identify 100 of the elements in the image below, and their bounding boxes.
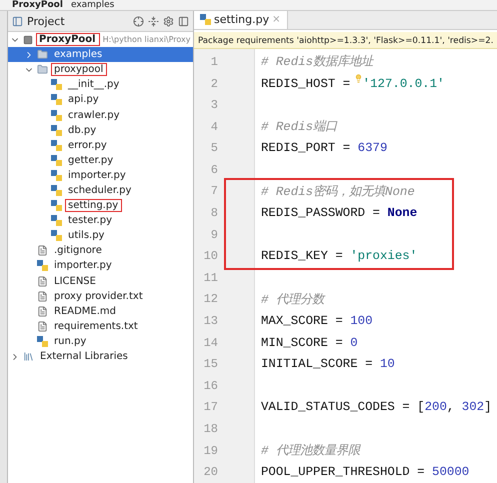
line-number: 11	[202, 270, 218, 285]
tree-item[interactable]: proxypool	[8, 62, 193, 78]
tree-item-label: examples	[53, 48, 104, 62]
tree-item-label: run.py	[53, 334, 88, 348]
module-icon	[23, 34, 33, 45]
tree-item[interactable]: scheduler.py	[8, 182, 193, 198]
hide-panel-icon[interactable]	[178, 16, 189, 26]
file-icon	[37, 276, 48, 287]
code-token: INITIAL_SCORE =	[261, 357, 374, 372]
tree-item-label: requirements.txt	[53, 320, 139, 333]
tree-item-label: .gitignore	[53, 244, 103, 258]
tree-item[interactable]: tester.py	[8, 213, 193, 228]
code-token: REDIS_HOST =	[261, 76, 352, 91]
tree-item-label: setting.py	[65, 199, 122, 212]
code-token: MIN_SCORE =	[261, 336, 344, 350]
python-file-icon	[51, 184, 62, 196]
line-number: 5	[210, 141, 218, 156]
tree-item[interactable]: README.md	[8, 304, 193, 319]
settings-icon[interactable]	[163, 16, 174, 26]
tree-item-label: importer.py	[53, 259, 113, 272]
python-file-icon	[37, 336, 48, 347]
editor-tab[interactable]: setting.py ×	[194, 11, 288, 29]
project-path: H:\python lianxi\Proxy	[102, 35, 191, 44]
python-file-icon	[51, 215, 62, 226]
code-token: ]	[484, 400, 492, 414]
code-token: MAX_SCORE =	[261, 314, 344, 328]
line-number: 3	[210, 98, 218, 112]
code-token: REDIS_KEY =	[261, 249, 344, 264]
code-token: # 代理池数量界限	[261, 442, 360, 460]
tree-item-label: getter.py	[67, 154, 114, 167]
tree-item[interactable]: run.py	[8, 334, 193, 349]
code-token: 50000	[432, 465, 470, 480]
tree-item-label: README.md	[53, 304, 118, 318]
code-token: 6379	[358, 141, 388, 156]
python-file-icon	[51, 79, 62, 90]
breadcrumb-item[interactable]: ProxyPool	[12, 0, 63, 10]
line-number: 17	[202, 400, 218, 414]
breadcrumb-item[interactable]: examples	[70, 0, 114, 10]
line-number: 8	[210, 206, 218, 220]
code-token: # 代理分数	[261, 292, 324, 308]
line-number: 14	[202, 336, 218, 350]
line-number: 20	[202, 465, 218, 480]
tree-item[interactable]: ProxyPool H:\python lianxi\Proxy	[8, 32, 193, 48]
tree-item-label: LICENSE	[53, 274, 97, 288]
tree-item-label: proxy provider.txt	[53, 290, 144, 303]
line-number: 2	[210, 76, 218, 91]
line-number: 4	[210, 120, 218, 134]
code-token: REDIS_PASSWORD =	[261, 206, 381, 220]
tree-item[interactable]: __init__.py	[8, 77, 193, 92]
code-token: 0	[350, 336, 358, 350]
tree-item[interactable]: getter.py	[8, 152, 193, 168]
file-icon	[37, 290, 48, 302]
tree-item-label: __init__.py	[67, 78, 120, 92]
tree-item[interactable]: importer.py	[8, 258, 193, 274]
line-number: 19	[202, 444, 218, 458]
tree-item[interactable]: db.py	[8, 122, 193, 138]
tree-item[interactable]: api.py	[8, 92, 193, 108]
code-token: 302	[462, 400, 484, 414]
code-token: # Redis端口	[261, 118, 338, 136]
library-icon	[23, 351, 34, 362]
tree-item[interactable]: setting.py	[8, 198, 193, 214]
python-file-icon	[51, 154, 62, 166]
file-icon	[37, 306, 48, 317]
code-token: 'proxies'	[350, 249, 418, 264]
tree-item[interactable]: External Libraries	[8, 348, 193, 364]
tree-item[interactable]: examples	[8, 47, 193, 62]
line-number: 10	[202, 249, 218, 264]
file-icon	[37, 320, 48, 332]
tree-item[interactable]: .gitignore	[8, 243, 193, 258]
tree-item-label: tester.py	[67, 214, 113, 228]
code-token: VALID_STATUS_CODES = [	[261, 400, 425, 414]
line-number: 16	[202, 378, 218, 393]
python-file-icon	[51, 200, 62, 212]
python-file-icon	[51, 170, 62, 181]
tree-item[interactable]: proxy provider.txt	[8, 288, 193, 304]
line-number: 7	[210, 184, 218, 198]
tree-item-label: scheduler.py	[67, 184, 132, 197]
code-token: REDIS_PORT =	[261, 141, 352, 156]
python-file-icon	[51, 124, 62, 136]
tree-item-label: utils.py	[67, 229, 106, 242]
tree-item[interactable]: LICENSE	[8, 274, 193, 289]
code-token: 200	[424, 400, 447, 414]
tree-item-label: proxypool	[51, 63, 108, 76]
tree-item-label: api.py	[67, 93, 100, 106]
code-token: ,	[446, 400, 456, 414]
code-token: None	[387, 206, 418, 220]
crosshair-icon[interactable]	[133, 16, 144, 26]
line-number: 18	[202, 422, 218, 436]
python-file-icon	[51, 110, 62, 121]
tree-item[interactable]: requirements.txt	[8, 318, 193, 334]
tree-item[interactable]: crawler.py	[8, 107, 193, 123]
tree-item[interactable]: utils.py	[8, 228, 193, 244]
tree-item[interactable]: importer.py	[8, 168, 193, 183]
code-token: '127.0.0.1'	[362, 76, 444, 91]
code-token: # Redis数据库地址	[261, 54, 374, 70]
python-file-icon	[51, 230, 62, 242]
tree-item-label: crawler.py	[67, 108, 120, 122]
line-number: 12	[202, 292, 218, 306]
collapse-icon[interactable]	[148, 16, 159, 26]
tree-item[interactable]: error.py	[8, 138, 193, 153]
